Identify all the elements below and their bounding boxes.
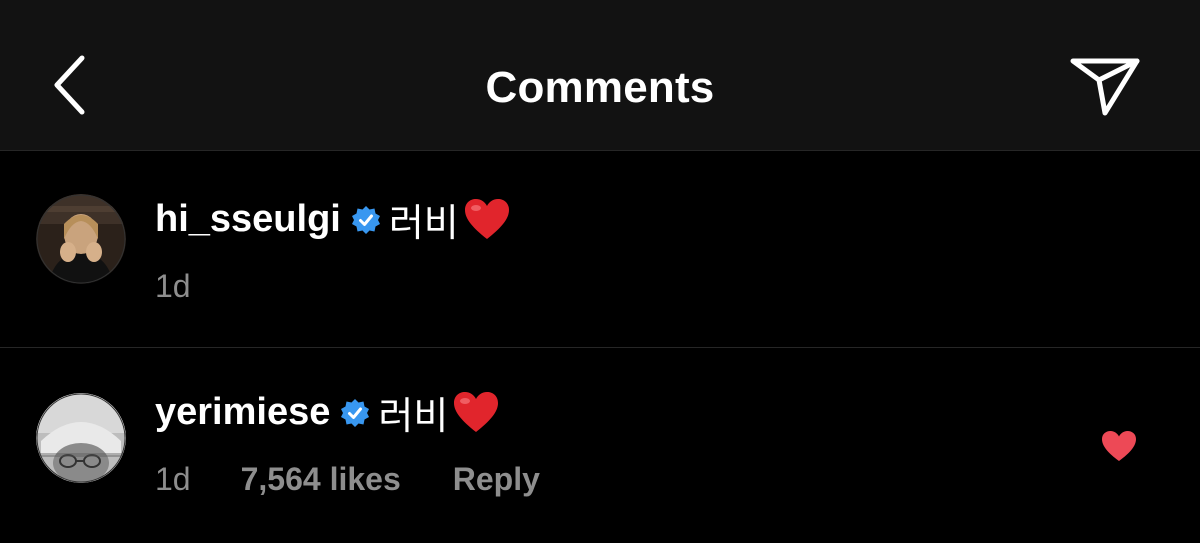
- heart-icon[interactable]: [1100, 429, 1138, 463]
- comment-time: 1d: [155, 461, 191, 497]
- red-heart-emoji-icon: [464, 199, 509, 239]
- likes-count[interactable]: 7,564 likes: [241, 461, 401, 498]
- avatar[interactable]: [36, 194, 126, 284]
- verified-badge-icon: [351, 206, 380, 234]
- reply-button[interactable]: Reply: [453, 461, 540, 498]
- comment-line: yerimiese 러비: [155, 387, 500, 438]
- avatar[interactable]: [36, 393, 126, 483]
- send-icon[interactable]: [1065, 50, 1145, 122]
- comment-item: hi_sseulgi 러비 1d: [0, 152, 1200, 348]
- comment-time: 1d: [155, 268, 191, 304]
- page-title: Comments: [485, 63, 715, 112]
- comment-meta: 1d 7,564 likes Reply: [155, 461, 540, 498]
- comment-text: 러비: [388, 200, 459, 245]
- comment-username[interactable]: yerimiese: [155, 391, 330, 434]
- comment-meta: 1d: [155, 268, 191, 305]
- red-heart-emoji-icon: [454, 392, 499, 432]
- comment-item: yerimiese 러비 1d 7,564 likes Reply: [0, 349, 1200, 543]
- comment-text: 러비: [378, 393, 449, 438]
- verified-badge-icon: [341, 399, 370, 427]
- header: Comments: [0, 0, 1200, 151]
- comment-line: hi_sseulgi 러비: [155, 194, 511, 245]
- comment-username[interactable]: hi_sseulgi: [155, 198, 341, 241]
